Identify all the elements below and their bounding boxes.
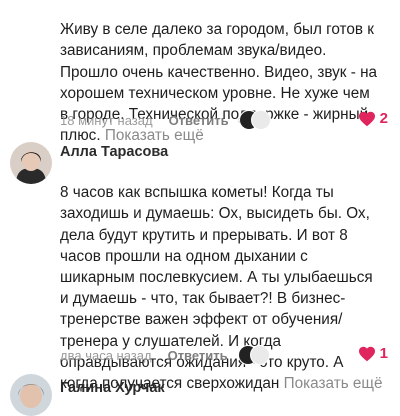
reactors-avatars[interactable] bbox=[237, 345, 270, 365]
timestamp: два часа назад bbox=[60, 347, 152, 363]
like-count: 1 bbox=[379, 345, 388, 362]
like-button[interactable]: 1 bbox=[358, 345, 388, 362]
reactor-avatar bbox=[250, 110, 271, 130]
heart-icon bbox=[358, 111, 375, 126]
comment-2-meta: два часа назад Ответить bbox=[60, 345, 270, 365]
like-button[interactable]: 2 bbox=[358, 110, 388, 127]
like-count: 2 bbox=[379, 110, 388, 127]
heart-icon bbox=[358, 346, 375, 361]
avatar[interactable] bbox=[10, 142, 52, 184]
reply-button[interactable]: Ответить bbox=[169, 113, 229, 128]
timestamp: 18 минут назад bbox=[60, 112, 153, 128]
author-name[interactable]: Галина Хурчак bbox=[60, 380, 165, 396]
comment-1-meta: 18 минут назад Ответить bbox=[60, 110, 271, 130]
avatar[interactable] bbox=[10, 374, 52, 416]
reply-button[interactable]: Ответить bbox=[168, 348, 228, 363]
reactor-avatar bbox=[249, 345, 270, 365]
author-name[interactable]: Алла Тарасова bbox=[60, 144, 168, 160]
reactors-avatars[interactable] bbox=[238, 110, 271, 130]
show-more-link[interactable]: Показать ещё bbox=[284, 375, 383, 392]
